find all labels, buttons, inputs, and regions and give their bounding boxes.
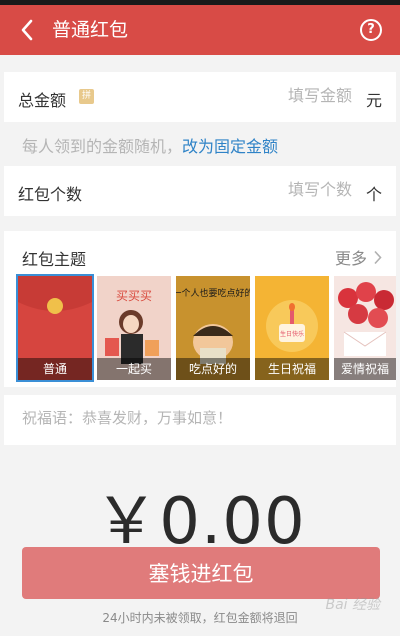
more-label: 更多 <box>334 249 367 268</box>
count-unit: 个 <box>365 185 382 204</box>
count-label: 红包个数 <box>18 185 83 204</box>
theme-caption: 一起买 <box>97 358 171 380</box>
amount-mode-hint: 每人领到的金额随机，改为固定金额 <box>22 133 278 157</box>
theme-caption: 吃点好的 <box>176 358 250 380</box>
total-amount-input[interactable] <box>232 86 352 105</box>
chevron-left-icon <box>21 19 33 41</box>
theme-love[interactable]: 爱情祝福 <box>334 276 396 380</box>
total-amount-unit: 元 <box>365 91 382 110</box>
blessing-row <box>4 395 396 445</box>
back-button[interactable] <box>10 13 44 47</box>
switch-fixed-amount-link[interactable]: 改为固定金额 <box>182 137 278 156</box>
theme-caption: 普通 <box>18 358 92 380</box>
submit-red-packet-button[interactable]: 塞钱进红包 <box>22 547 380 599</box>
total-amount-row: 总金额 拼 元 <box>4 72 396 122</box>
theme-putong[interactable]: 普通 <box>16 274 94 382</box>
pin-badge: 拼 <box>79 89 94 104</box>
theme-caption: 爱情祝福 <box>334 358 396 380</box>
theme-chidianhaode[interactable]: 一个人也要吃点好的 吃点好的 <box>176 276 250 380</box>
art-text-maimaimai: 买买买 <box>116 289 152 303</box>
total-amount-label: 总金额 <box>18 91 67 110</box>
theme-caption: 生日祝福 <box>255 358 329 380</box>
refund-notice: 24小时内未被领取，红包金额将退回 <box>102 611 298 625</box>
blessing-input[interactable] <box>22 409 372 427</box>
theme-birthday[interactable]: 生日快乐 生日祝福 <box>255 276 329 380</box>
art-text-birthday: 生日快乐 <box>280 330 304 338</box>
count-input[interactable] <box>232 180 352 199</box>
random-amount-text: 每人领到的金额随机， <box>22 137 183 156</box>
page-title: 普通红包 <box>52 19 129 41</box>
app-header: 普通红包 ? <box>0 5 400 55</box>
help-icon[interactable]: ? <box>360 19 382 41</box>
count-row: 红包个数 个 <box>4 166 396 216</box>
chevron-right-icon <box>374 250 382 264</box>
theme-title: 红包主题 <box>22 250 87 269</box>
art-text-chidianhaode: 一个人也要吃点好的 <box>176 287 250 299</box>
more-themes-button[interactable]: 更多 <box>335 245 382 269</box>
theme-section: 红包主题 更多 普通 买买买 一起买 一个人也要吃点好的 吃点好的 生日快乐 生… <box>4 231 396 387</box>
theme-yiqimai[interactable]: 买买买 一起买 <box>97 276 171 380</box>
